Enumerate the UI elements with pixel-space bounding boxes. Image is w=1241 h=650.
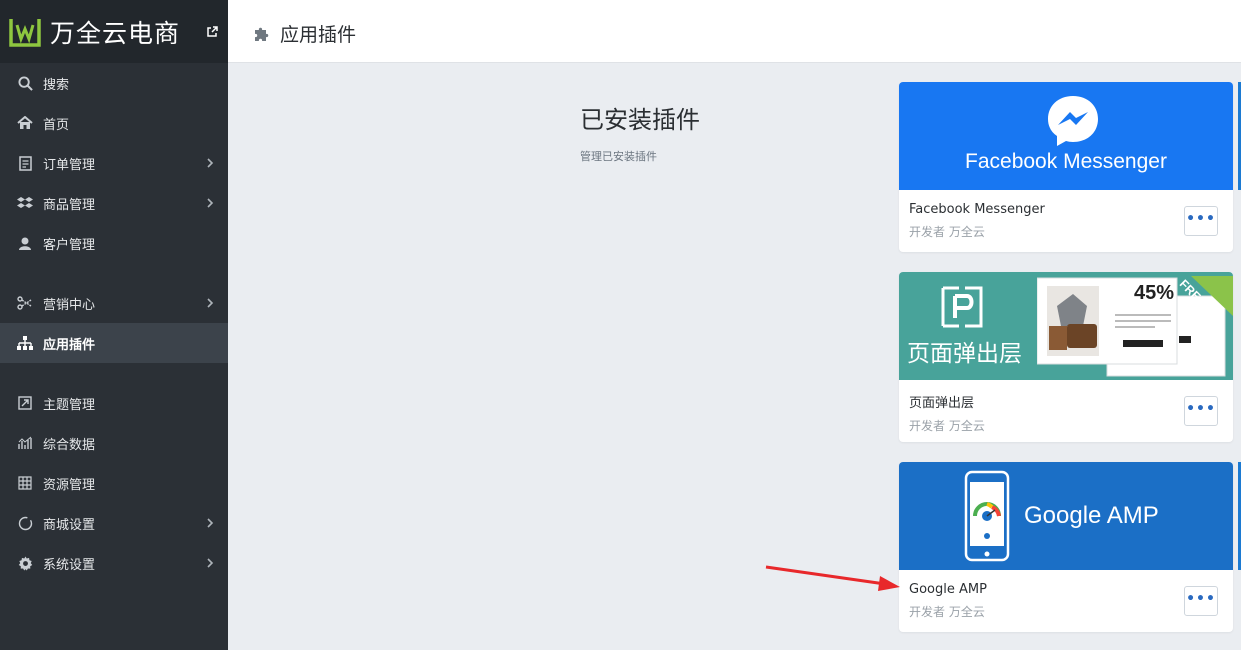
section-subtitle: 管理已安装插件 (580, 150, 657, 163)
plugin-card-body: Google AMP 开发者 万全云 ••• (899, 570, 1233, 632)
page-title: 应用插件 (280, 24, 357, 46)
plugin-name: 页面弹出层 (909, 396, 975, 411)
brand-header: 万全云电商 (0, 0, 228, 63)
chevron-right-icon (207, 158, 214, 168)
sidebar-item-analytics[interactable]: 综合数据 (0, 423, 228, 463)
plugin-banner: 页面弹出层 45% FREE (899, 272, 1233, 380)
menu-spacer (0, 263, 228, 283)
annotation-arrow-icon (765, 565, 900, 591)
plugin-banner-text: Facebook Messenger (965, 150, 1167, 173)
external-link-icon[interactable] (206, 25, 218, 38)
sidebar-item-label: 商城设置 (43, 517, 96, 533)
sidebar-item-label: 系统设置 (43, 557, 96, 573)
circle-icon (17, 515, 33, 531)
chevron-right-icon (207, 558, 214, 568)
plugin-developer: 开发者 万全云 (909, 419, 985, 433)
search-icon (17, 75, 33, 91)
sidebar-item-label: 应用插件 (43, 337, 96, 353)
sidebar-item-marketing[interactable]: 营销中心 (0, 283, 228, 323)
sidebar-item-label: 订单管理 (43, 157, 96, 173)
more-icon: ••• (1186, 401, 1216, 417)
plugin-banner: Facebook Messenger (899, 82, 1233, 190)
plugin-card-body: Facebook Messenger 开发者 万全云 ••• (899, 190, 1233, 252)
gear-icon (17, 555, 33, 571)
theme-icon (17, 395, 33, 411)
plugin-developer: 开发者 万全云 (909, 605, 985, 619)
sidebar-item-plugins[interactable]: 应用插件 (0, 323, 228, 363)
sidebar-item-home[interactable]: 首页 (0, 103, 228, 143)
customer-icon (17, 235, 33, 251)
plugin-card-page-popup[interactable]: 页面弹出层 45% FREE 页面弹出层 开发者 万全云 ••• (899, 272, 1233, 442)
popup-logo-icon (941, 286, 983, 328)
plugin-card-facebook-messenger[interactable]: Facebook Messenger Facebook Messenger 开发… (899, 82, 1233, 252)
brand-logo-icon (9, 18, 41, 47)
sidebar-item-label: 主题管理 (43, 397, 96, 413)
brand-name: 万全云电商 (50, 18, 181, 48)
more-options-button[interactable]: ••• (1184, 206, 1218, 236)
plugin-name: Google AMP (909, 582, 987, 597)
plugin-card-body: 页面弹出层 开发者 万全云 ••• (899, 380, 1233, 442)
plugin-banner-text: Google AMP (1024, 502, 1159, 529)
order-icon (17, 155, 33, 171)
sidebar-item-themes[interactable]: 主题管理 (0, 383, 228, 423)
more-icon: ••• (1186, 211, 1216, 227)
chevron-right-icon (207, 198, 214, 208)
sidebar-item-label: 客户管理 (43, 237, 96, 253)
sidebar-item-store-settings[interactable]: 商城设置 (0, 503, 228, 543)
sidebar-item-label: 首页 (43, 117, 70, 133)
sidebar-item-label: 商品管理 (43, 197, 96, 213)
sidebar-item-orders[interactable]: 订单管理 (0, 143, 228, 183)
marketing-icon (17, 295, 33, 311)
sidebar: 万全云电商 搜索 首页 订单管理 商品管理 客户管理 营销中心 应用插件 主题管… (0, 0, 228, 650)
sidebar-item-system-settings[interactable]: 系统设置 (0, 543, 228, 583)
product-icon (17, 195, 33, 211)
grid-icon (17, 475, 33, 491)
sidebar-item-resources[interactable]: 资源管理 (0, 463, 228, 503)
plugin-name: Facebook Messenger (909, 202, 1045, 217)
messenger-icon (1048, 96, 1098, 146)
more-options-button[interactable]: ••• (1184, 396, 1218, 426)
sidebar-item-products[interactable]: 商品管理 (0, 183, 228, 223)
sidebar-item-label: 资源管理 (43, 477, 96, 493)
puzzle-icon (255, 27, 269, 41)
sitemap-icon (17, 335, 33, 351)
chevron-right-icon (207, 518, 214, 528)
more-options-button[interactable]: ••• (1184, 586, 1218, 616)
sidebar-item-search[interactable]: 搜索 (0, 63, 228, 103)
sidebar-item-label: 营销中心 (43, 297, 96, 313)
plugin-developer: 开发者 万全云 (909, 225, 985, 239)
page-header: 应用插件 (228, 0, 1241, 63)
sidebar-menu: 搜索 首页 订单管理 商品管理 客户管理 营销中心 应用插件 主题管理 综合数据… (0, 63, 228, 583)
sidebar-item-customers[interactable]: 客户管理 (0, 223, 228, 263)
more-icon: ••• (1186, 591, 1216, 607)
plugin-banner-text: 页面弹出层 (907, 341, 1022, 367)
home-icon (17, 115, 33, 131)
phone-speedometer-icon (964, 470, 1010, 562)
section-title: 已安装插件 (580, 106, 700, 134)
menu-spacer (0, 363, 228, 383)
sidebar-item-label: 综合数据 (43, 437, 96, 453)
plugin-card-google-amp[interactable]: Google AMP Google AMP 开发者 万全云 ••• (899, 462, 1233, 632)
chevron-right-icon (207, 298, 214, 308)
sidebar-item-label: 搜索 (43, 77, 70, 93)
discount-badge: 45% (1134, 282, 1175, 304)
chart-icon (17, 435, 33, 451)
plugin-banner: Google AMP (899, 462, 1233, 570)
